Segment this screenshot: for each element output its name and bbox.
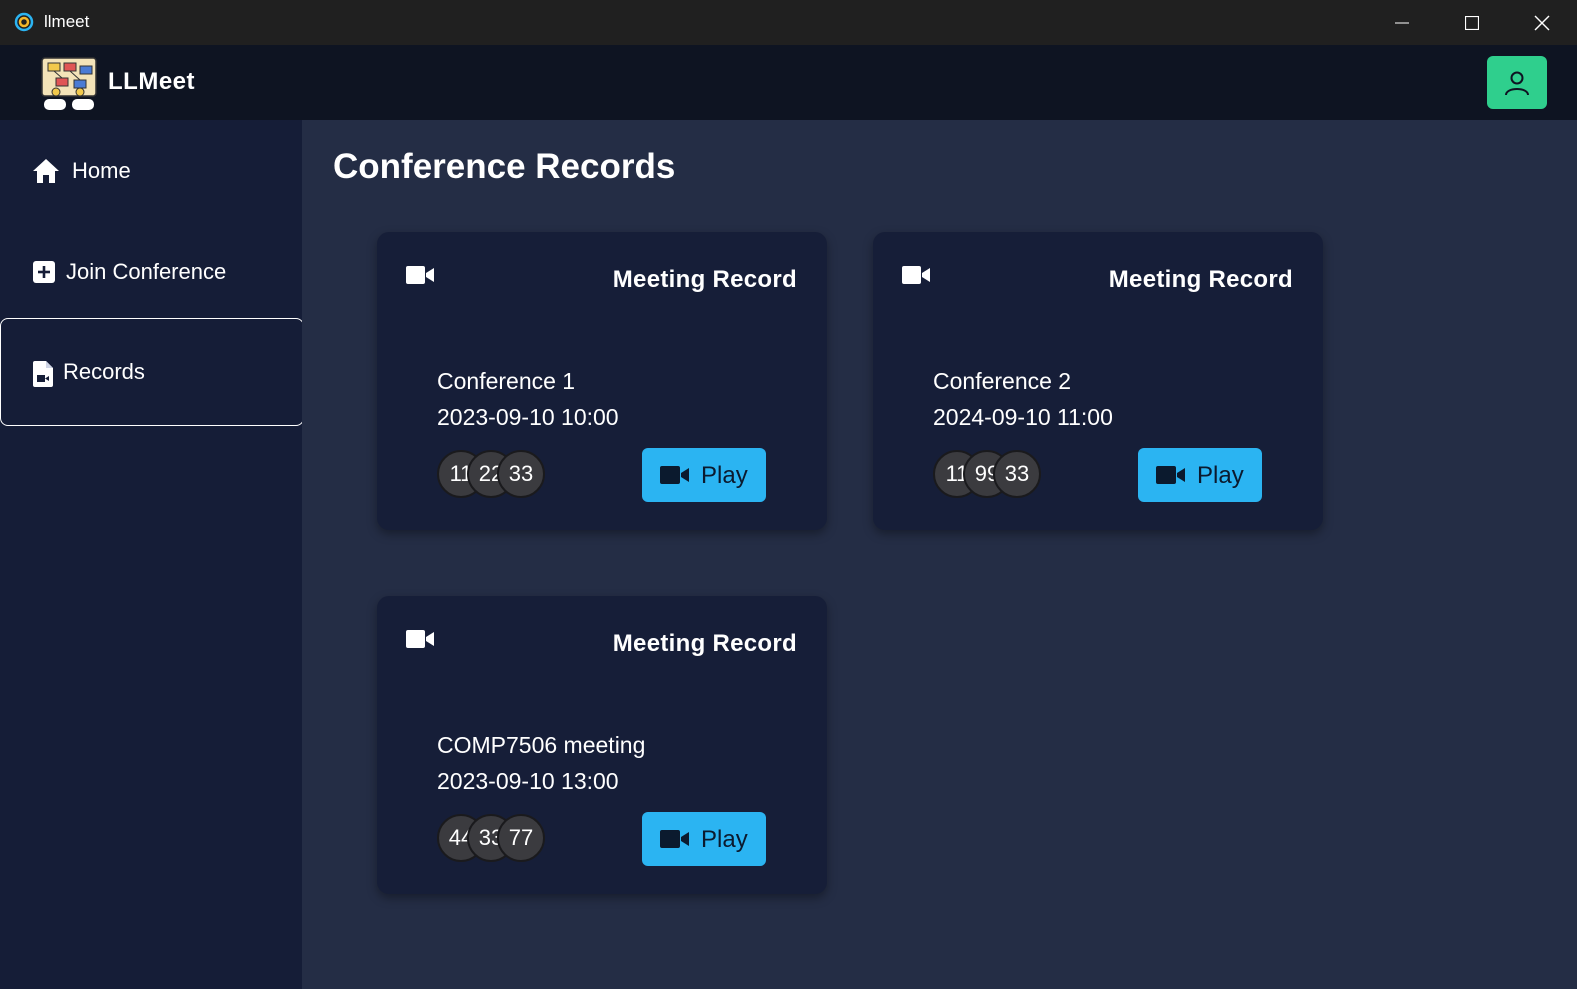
conference-name: COMP7506 meeting bbox=[437, 732, 646, 758]
app-icon bbox=[14, 12, 34, 32]
record-card: Meeting Record Conference 1 2023-09-10 1… bbox=[377, 232, 827, 530]
play-label: Play bbox=[701, 462, 748, 489]
sidebar-item-home[interactable]: Home bbox=[0, 120, 304, 228]
home-icon bbox=[32, 158, 60, 184]
play-button[interactable]: Play bbox=[642, 812, 766, 866]
user-icon bbox=[1505, 71, 1529, 95]
play-button[interactable]: Play bbox=[1138, 448, 1262, 502]
video-camera-icon bbox=[406, 630, 434, 653]
brand-logo bbox=[41, 57, 97, 110]
sidebar-item-records[interactable]: Records bbox=[0, 318, 304, 426]
conference-time: 2024-09-10 11:00 bbox=[933, 404, 1113, 430]
sidebar-item-label: Records bbox=[63, 359, 145, 384]
close-icon bbox=[1534, 15, 1550, 30]
card-heading: Meeting Record bbox=[612, 266, 797, 293]
participant-avatars: 11 99 33 bbox=[933, 450, 1053, 498]
video-camera-icon bbox=[660, 466, 690, 489]
conference-time: 2023-09-10 10:00 bbox=[437, 404, 619, 430]
participant-avatars: 11 22 33 bbox=[437, 450, 557, 498]
card-heading: Meeting Record bbox=[1108, 266, 1293, 293]
maximize-button[interactable] bbox=[1437, 0, 1507, 45]
close-button[interactable] bbox=[1507, 0, 1577, 45]
avatar: 77 bbox=[497, 814, 545, 862]
app-window: llmeet LLMeet Home Join Conference Recor… bbox=[0, 0, 1577, 989]
title-bar: llmeet bbox=[0, 0, 1577, 45]
record-card: Meeting Record COMP7506 meeting 2023-09-… bbox=[377, 596, 827, 894]
video-camera-icon bbox=[406, 266, 434, 289]
card-heading: Meeting Record bbox=[612, 630, 797, 657]
conference-name: Conference 1 bbox=[437, 368, 576, 394]
play-label: Play bbox=[701, 826, 748, 853]
record-card: Meeting Record Conference 2 2024-09-10 1… bbox=[873, 232, 1323, 530]
video-camera-icon bbox=[1156, 466, 1186, 489]
sidebar-item-label: Join Conference bbox=[66, 259, 227, 284]
page-title: Conference Records bbox=[333, 147, 676, 186]
video-camera-icon bbox=[902, 266, 930, 289]
participant-avatars: 44 33 77 bbox=[437, 814, 557, 862]
minimize-button[interactable] bbox=[1367, 0, 1437, 45]
app-header bbox=[0, 45, 1577, 120]
avatar: 33 bbox=[497, 450, 545, 498]
sidebar-item-join-conference[interactable]: Join Conference bbox=[0, 220, 304, 328]
brand-name: LLMeet bbox=[108, 68, 195, 95]
conference-name: Conference 2 bbox=[933, 368, 1072, 394]
conference-time: 2023-09-10 13:00 bbox=[437, 768, 619, 794]
video-camera-icon bbox=[660, 830, 690, 853]
maximize-icon bbox=[1465, 15, 1479, 30]
avatar: 33 bbox=[993, 450, 1041, 498]
user-profile-button[interactable] bbox=[1487, 56, 1547, 109]
minimize-icon bbox=[1395, 22, 1409, 23]
file-video-icon bbox=[33, 361, 53, 387]
sidebar: Home Join Conference Records bbox=[0, 120, 304, 989]
sidebar-item-label: Home bbox=[72, 158, 131, 183]
window-title: llmeet bbox=[44, 12, 90, 31]
play-button[interactable]: Play bbox=[642, 448, 766, 502]
play-label: Play bbox=[1197, 462, 1244, 489]
plus-square-icon bbox=[33, 261, 55, 283]
